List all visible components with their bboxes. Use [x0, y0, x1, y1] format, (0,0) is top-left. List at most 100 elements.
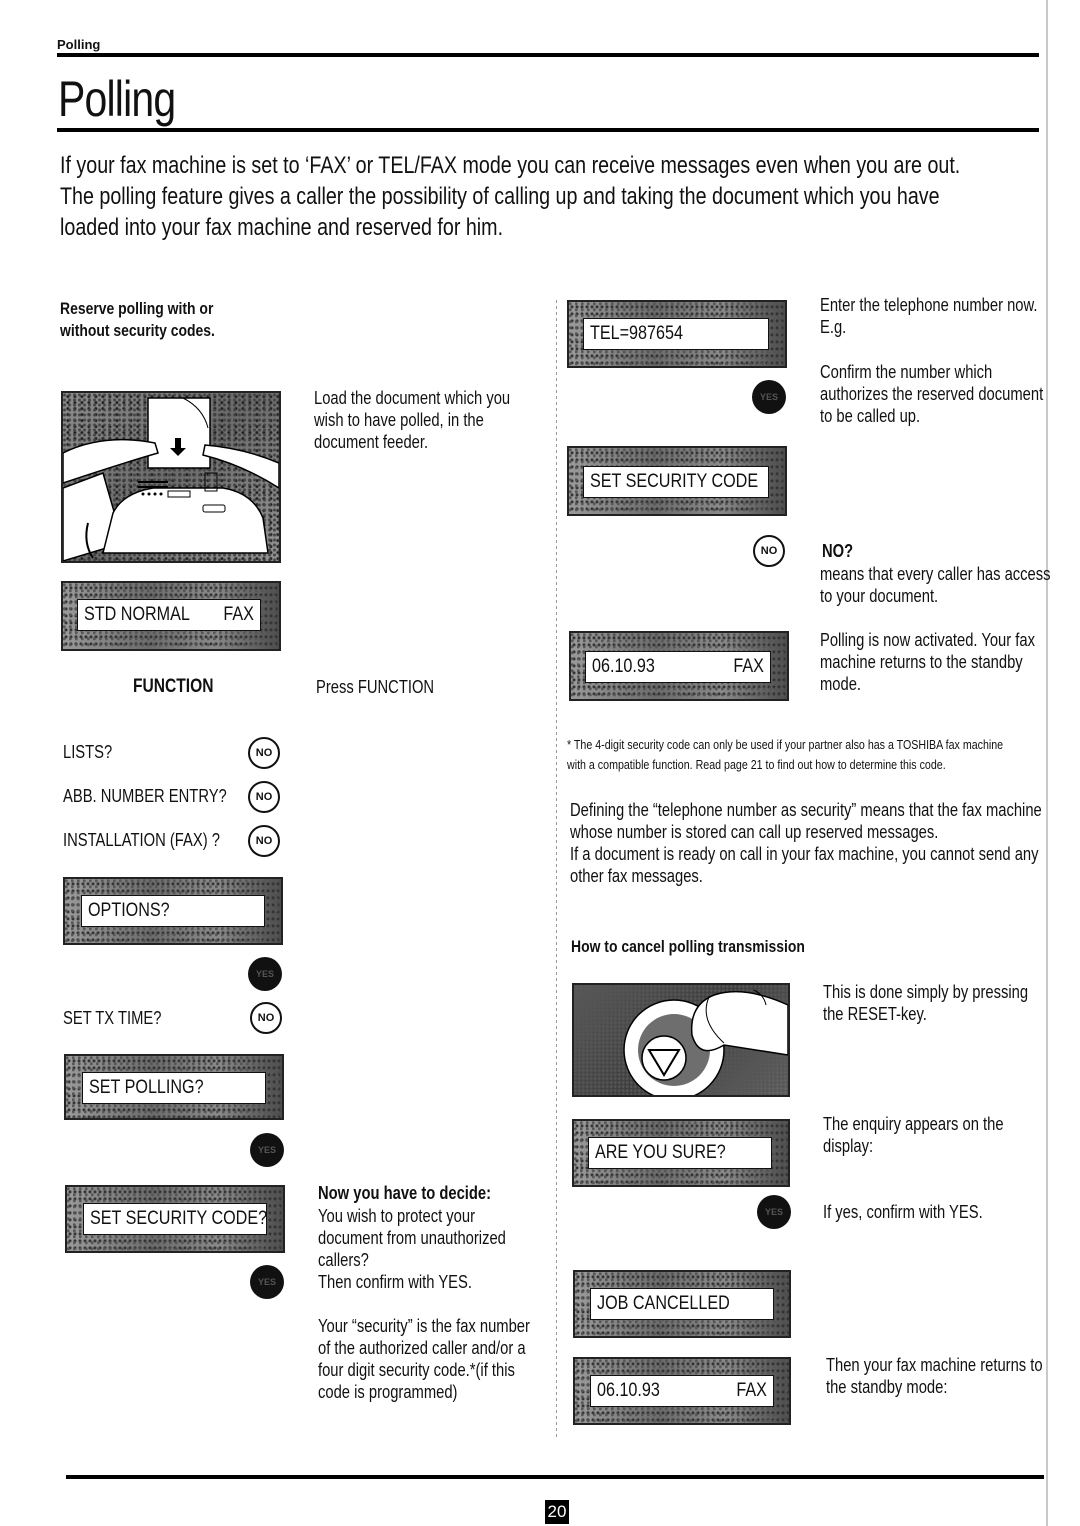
lcd-text: TEL=987654	[590, 323, 683, 344]
section-heading: Reserve polling with or without security…	[60, 298, 215, 342]
text-line: of the authorized caller and/or a	[318, 1338, 526, 1358]
text-line: Your “security” is the fax number	[318, 1316, 530, 1336]
reset-key-illustration	[572, 983, 790, 1097]
header-rule	[57, 53, 1039, 57]
lcd-display-standby: 06.10.93 FAX	[569, 631, 789, 701]
no-button-label: NO	[760, 545, 778, 557]
text-line: Polling is now activated. Your fax	[820, 630, 1035, 650]
press-function-text: Press FUNCTION	[316, 677, 435, 697]
lcd-display-options: OPTIONS?	[63, 877, 283, 945]
no-button[interactable]: NO	[250, 1002, 282, 1034]
yes-button-label: YES	[257, 1277, 276, 1287]
text-line: * The 4-digit security code can only be …	[567, 737, 1004, 752]
text-line: callers?	[318, 1250, 369, 1270]
text-line: to your document.	[820, 586, 939, 606]
lcd-text: SET SECURITY CODE?	[90, 1208, 268, 1229]
footer-rule	[66, 1475, 1044, 1479]
lcd-text-left: 06.10.93	[592, 656, 655, 677]
yes-button[interactable]: YES	[248, 957, 282, 991]
text-line: Then your fax machine returns to	[826, 1355, 1043, 1375]
text-line: display:	[823, 1136, 874, 1156]
menu-step-label: ABB. NUMBER ENTRY?	[63, 786, 227, 806]
menu-step-label: INSTALLATION (FAX) ?	[63, 830, 220, 850]
no-button[interactable]: NO	[248, 825, 280, 857]
no-button[interactable]: NO	[248, 737, 280, 769]
text-line: wish to have polled, in the	[314, 410, 484, 430]
enquiry-text: The enquiry appears on the display:	[823, 1113, 1004, 1157]
text-line: mode.	[820, 674, 862, 694]
standby-text: Then your fax machine returns to the sta…	[826, 1354, 1043, 1398]
lcd-display-set-security-code: SET SECURITY CODE	[567, 446, 787, 516]
text-line: the RESET-key.	[823, 1004, 927, 1024]
text-line: Defining the “telephone number as securi…	[570, 800, 1042, 820]
yes-button-label: YES	[257, 1145, 276, 1155]
lcd-display-telephone: TEL=987654	[567, 300, 787, 368]
text-line: E.g.	[820, 317, 847, 337]
fax-loading-illustration	[61, 391, 281, 563]
yes-button-label: YES	[255, 969, 274, 979]
lcd-text-right: FAX	[223, 604, 254, 625]
no-button-label: NO	[255, 791, 273, 803]
page-title: Polling	[58, 71, 176, 127]
function-key-label[interactable]: FUNCTION	[133, 676, 213, 698]
intro-line: loaded into your fax machine and reserve…	[60, 214, 504, 241]
lcd-text: SET SECURITY CODE	[590, 471, 759, 492]
lcd-text: ARE YOU SURE?	[595, 1142, 726, 1163]
lcd-display-set-security-code: SET SECURITY CODE?	[65, 1185, 285, 1253]
fax-machine-icon	[63, 397, 279, 561]
lcd-display-job-cancelled: JOB CANCELLED	[573, 1270, 791, 1338]
no-heading: NO?	[822, 541, 854, 561]
reset-key-icon	[623, 989, 788, 1095]
lcd-display-final-standby: 06.10.93 FAX	[573, 1357, 791, 1425]
lcd-text: SET POLLING?	[89, 1077, 204, 1098]
text-line: means that every caller has access	[820, 564, 1051, 584]
defining-security-text: Defining the “telephone number as securi…	[570, 799, 1042, 887]
yes-button[interactable]: YES	[757, 1195, 791, 1229]
text-line: The enquiry appears on the	[823, 1114, 1004, 1134]
lcd-text-left: STD NORMAL	[84, 604, 190, 625]
running-head: Polling	[57, 37, 101, 52]
confirm-yes-text: If yes, confirm with YES.	[823, 1202, 983, 1222]
margin-line	[1046, 0, 1048, 1526]
text-line: If a document is ready on call in your f…	[570, 844, 1039, 864]
no-button-label: NO	[257, 1012, 275, 1024]
text-line: the standby mode:	[826, 1377, 948, 1397]
decide-heading: Now you have to decide:	[318, 1183, 492, 1203]
activated-text: Polling is now activated. Your fax machi…	[820, 629, 1035, 695]
no-button-label: NO	[255, 747, 273, 759]
text-line: authorizes the reserved document	[820, 384, 1044, 404]
enter-number-text: Enter the telephone number now. E.g.	[820, 294, 1037, 338]
no-explanation: means that every caller has access to yo…	[820, 563, 1051, 607]
lcd-text-left: 06.10.93	[597, 1380, 660, 1401]
text-line: machine returns to the standby	[820, 652, 1023, 672]
yes-button[interactable]: YES	[250, 1265, 284, 1299]
text-line: Enter the telephone number now.	[820, 295, 1038, 315]
text-line: with a compatible function. Read page 21…	[567, 757, 946, 772]
yes-button-label: YES	[759, 392, 778, 402]
no-button[interactable]: NO	[753, 535, 785, 567]
text-line: Load the document which you	[314, 388, 511, 408]
yes-button-label: YES	[764, 1207, 783, 1217]
footnote: * The 4-digit security code can only be …	[567, 735, 1003, 775]
intro-paragraph: If your fax machine is set to ‘FAX’ or T…	[60, 150, 1080, 243]
reset-text: This is done simply by pressing the RESE…	[823, 981, 1028, 1025]
intro-line: If your fax machine is set to ‘FAX’ or T…	[60, 152, 961, 179]
intro-line: The polling feature gives a caller the p…	[60, 183, 940, 210]
yes-button[interactable]: YES	[250, 1133, 284, 1167]
no-button-label: NO	[255, 835, 273, 847]
security-explanation: Your “security” is the fax number of the…	[318, 1315, 530, 1403]
confirm-number-text: Confirm the number which authorizes the …	[820, 361, 1043, 427]
text-line: Then confirm with YES.	[318, 1272, 472, 1292]
lcd-display-standby: STD NORMAL FAX	[61, 581, 281, 651]
decide-text: You wish to protect your document from u…	[318, 1205, 506, 1293]
text-line: document from unauthorized	[318, 1228, 506, 1248]
text-line: Confirm the number which	[820, 362, 993, 382]
text-line: You wish to protect your	[318, 1206, 475, 1226]
cancel-heading: How to cancel polling transmission	[571, 937, 805, 956]
load-instructions: Load the document which you wish to have…	[314, 387, 510, 453]
yes-button[interactable]: YES	[752, 380, 786, 414]
text-line: code is programmed)	[318, 1382, 458, 1402]
menu-step-label: LISTS?	[63, 742, 113, 762]
no-button[interactable]: NO	[248, 781, 280, 813]
section-heading-line: without security codes.	[60, 321, 215, 340]
